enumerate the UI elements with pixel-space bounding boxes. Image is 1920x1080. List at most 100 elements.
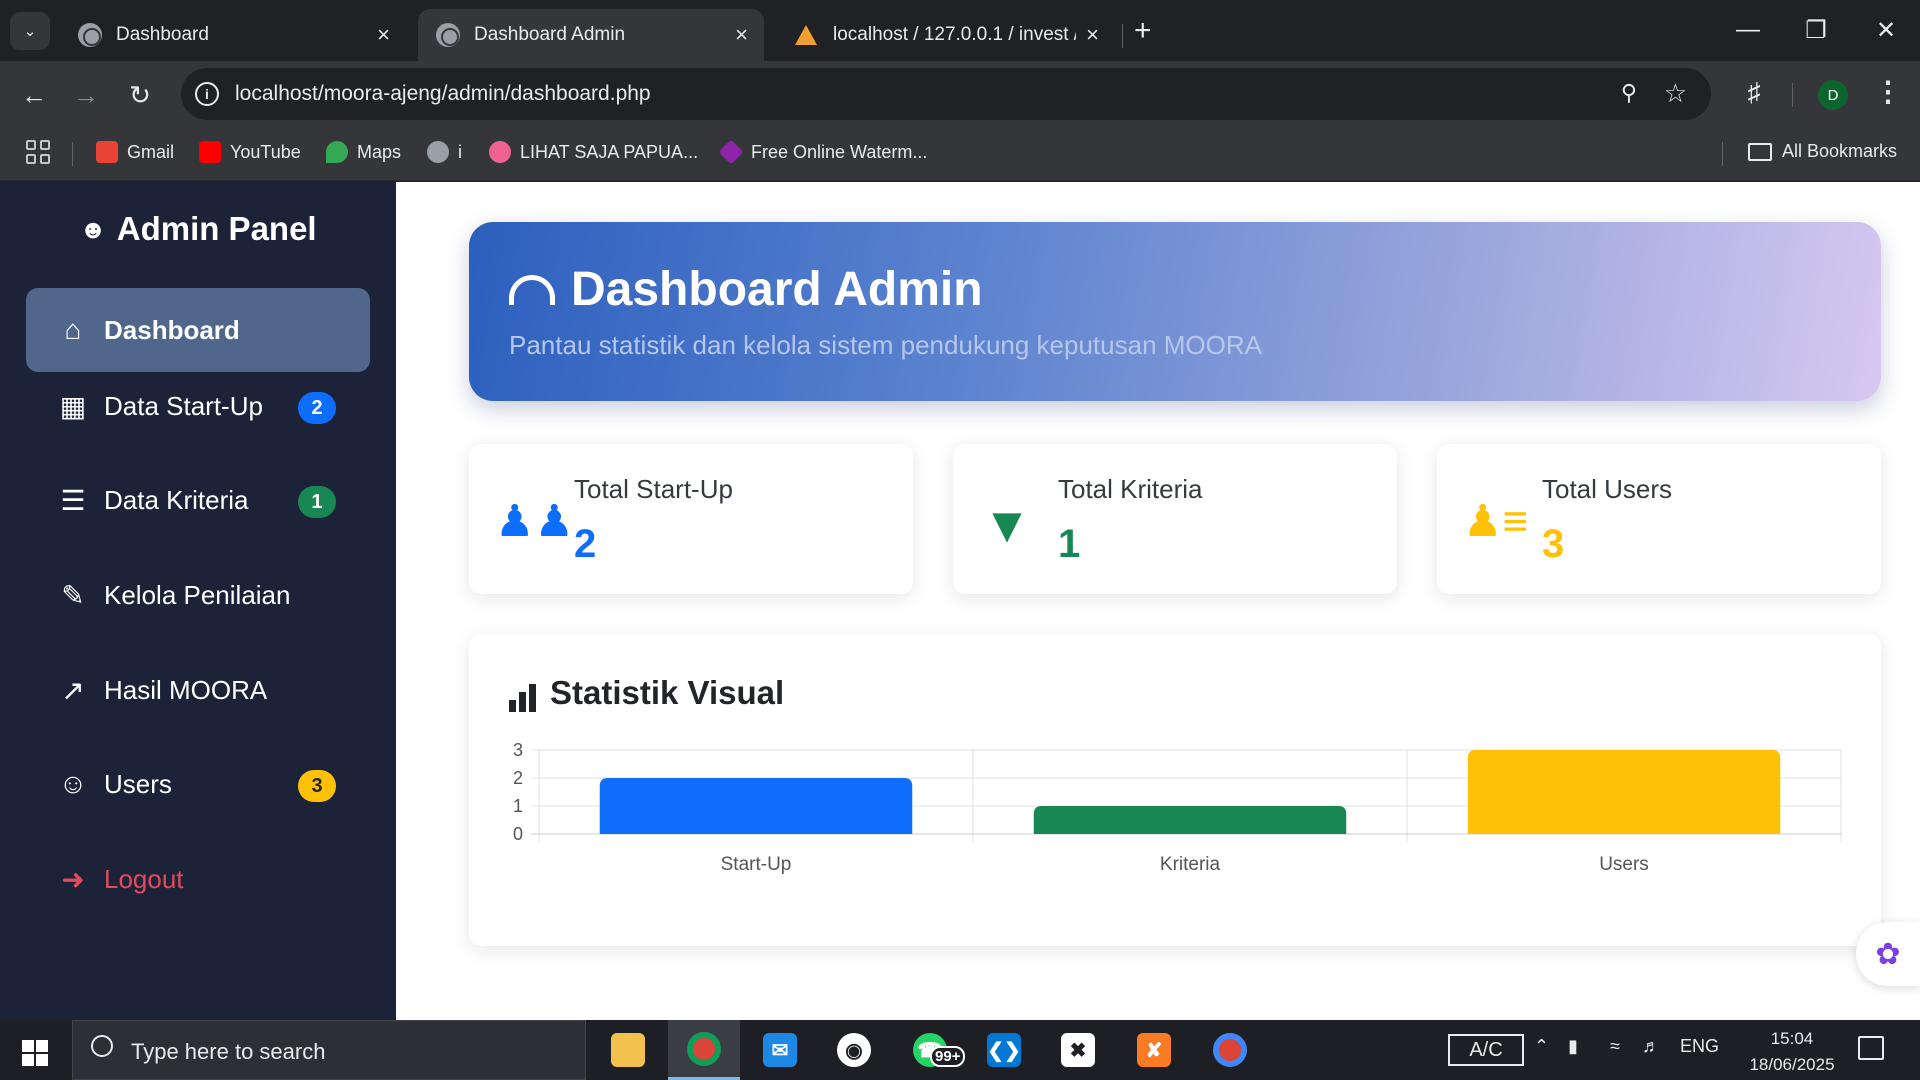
capcut-app[interactable]: ✖ [1042,1020,1114,1080]
chrome-profile-app[interactable] [1194,1020,1266,1080]
x-tick-label: Kriteria [1160,854,1221,875]
toolbar-separator [1792,83,1793,107]
user-list-icon: ♟≡ [1463,497,1529,546]
chrome-icon [687,1031,721,1066]
vscode-app[interactable]: ❮❯ [968,1020,1040,1080]
sidebar-item-logout[interactable]: ➜ Logout [26,837,370,921]
tab-title: Dashboard [116,24,209,45]
bookmark-youtube[interactable]: YouTube [199,141,301,163]
mail-app[interactable]: ✉ [744,1020,816,1080]
battery-icon[interactable]: ▮ [1568,1036,1578,1057]
wifi-icon[interactable]: ≈ [1610,1036,1620,1057]
more-menu-icon[interactable]: ⋮ [1874,75,1902,108]
bookmark-maps[interactable]: Maps [326,141,401,163]
close-icon[interactable]: × [377,22,390,48]
all-bookmarks-button[interactable]: All Bookmarks [1748,141,1897,162]
tab-search-button[interactable]: ⌄ [10,12,50,50]
bookmark-i[interactable]: i [427,141,462,163]
sidebar-item-data-startup[interactable]: ▦ Data Start-Up 2 [26,364,370,448]
sidebar-item-data-kriteria[interactable]: ☰ Data Kriteria 1 [26,458,370,542]
site-info-icon[interactable]: i [195,82,219,106]
people-icon: ☺ [58,768,88,799]
extensions-icon[interactable]: ♯ [1738,77,1770,109]
sidebar-item-kelola-penilaian[interactable]: ✎ Kelola Penilaian [26,553,370,637]
tab-dashboard-admin[interactable]: Dashboard Admin × [418,9,764,61]
tab-separator [1122,24,1123,48]
browser-toolbar: ← → ↻ i localhost/moora-ajeng/admin/dash… [0,61,1920,128]
apps-grid-icon[interactable] [26,140,50,164]
clock[interactable]: 15:04 18/06/2025 [1732,1026,1852,1078]
bar-chart-icon [509,684,536,712]
bookmark-star-icon[interactable]: ☆ [1664,78,1687,109]
bookmark-papua[interactable]: LIHAT SAJA PAPUA... [489,141,698,163]
y-tick-label: 2 [513,768,523,788]
stat-card-startup: ♟♟ Total Start-Up 2 [469,444,913,594]
stat-label: Total Start-Up [574,474,733,504]
sidebar-item-label: Data Start-Up [104,390,263,421]
globe-icon [427,141,449,163]
zoom-icon[interactable]: ⚲ [1621,80,1637,106]
language-indicator[interactable]: ENG [1680,1036,1719,1057]
all-bookmarks-label: All Bookmarks [1782,141,1898,161]
bookmark-watermark[interactable]: Free Online Waterm... [718,139,927,165]
sidebar-item-hasil-moora[interactable]: ↗ Hasil MOORA [26,648,370,732]
profile-avatar[interactable]: D [1818,80,1848,110]
chart-title-text: Statistik Visual [550,674,785,711]
tab-dashboard[interactable]: Dashboard × [60,9,406,61]
bookmark-separator [1722,142,1723,166]
stat-value: 1 [1058,522,1081,566]
stat-card-users: ♟≡ Total Users 3 [1437,444,1881,594]
restore-icon[interactable]: ❐ [1796,10,1836,50]
chevron-up-icon[interactable]: ⌃ [1534,1036,1549,1057]
sidebar: ☻ Admin Panel ⌂ Dashboard ▦ Data Start-U… [0,182,396,1020]
github-app[interactable]: ◉ [818,1020,890,1080]
back-icon[interactable]: ← [16,77,52,113]
funnel-icon: ▼ [982,497,1032,553]
watermark-icon [718,139,744,165]
page-subtitle: Pantau statistik dan kelola sistem pendu… [509,330,1262,360]
new-tab-button[interactable]: + [1134,14,1152,48]
tab-phpmyadmin[interactable]: localhost / 127.0.0.1 / invest / kr × [775,9,1115,61]
whatsapp-app[interactable]: ☎ 99+ [894,1020,966,1080]
chrome-icon [1213,1033,1247,1067]
bookmark-label: Maps [357,141,402,162]
volume-icon[interactable]: ♬ [1642,1036,1660,1057]
bar-kriteria [1033,806,1347,834]
sidebar-item-dashboard[interactable]: ⌂ Dashboard [26,288,370,372]
table-icon: ▦ [59,390,87,422]
reload-icon[interactable]: ↻ [122,77,158,113]
assistant-brain-icon[interactable]: ✿ [1856,922,1920,986]
search-icon [91,1035,113,1057]
notification-count: 99+ [930,1046,966,1067]
asterisk-icon [489,141,511,163]
web-page: ☻ Admin Panel ⌂ Dashboard ▦ Data Start-U… [0,182,1920,1020]
xampp-app[interactable]: ✘ [1118,1020,1190,1080]
sidebar-item-label: Dashboard [104,314,240,345]
sidebar-item-label: Kelola Penilaian [104,579,291,610]
close-window-icon[interactable]: ✕ [1866,10,1906,50]
vscode-icon: ❮❯ [987,1033,1021,1067]
chrome-app[interactable] [668,1020,740,1080]
bookmark-gmail[interactable]: Gmail [96,141,174,163]
forward-icon[interactable]: → [68,77,104,113]
file-explorer-app[interactable] [592,1020,664,1080]
ac-indicator[interactable]: A/C [1448,1034,1524,1066]
edit-icon: ✎ [61,579,85,611]
x-tick-label: Users [1599,854,1649,875]
sidebar-item-label: Hasil MOORA [104,674,268,705]
address-bar[interactable]: i localhost/moora-ajeng/admin/dashboard.… [181,68,1711,120]
notification-center-icon[interactable] [1858,1036,1884,1060]
url-text[interactable]: localhost/moora-ajeng/admin/dashboard.ph… [235,82,651,106]
count-badge: 3 [298,770,336,802]
close-icon[interactable]: × [1086,22,1099,48]
close-icon[interactable]: × [735,22,748,48]
home-icon: ⌂ [64,314,82,345]
globe-icon [436,23,460,47]
windows-start-icon[interactable] [22,1040,48,1066]
bookmark-label: YouTube [230,141,301,162]
taskbar-search[interactable]: Type here to search [72,1020,586,1080]
bookmark-label: i [458,141,462,162]
minimize-icon[interactable]: — [1728,10,1768,50]
sidebar-item-users[interactable]: ☺ Users 3 [26,742,370,826]
phpmyadmin-icon [793,23,819,47]
